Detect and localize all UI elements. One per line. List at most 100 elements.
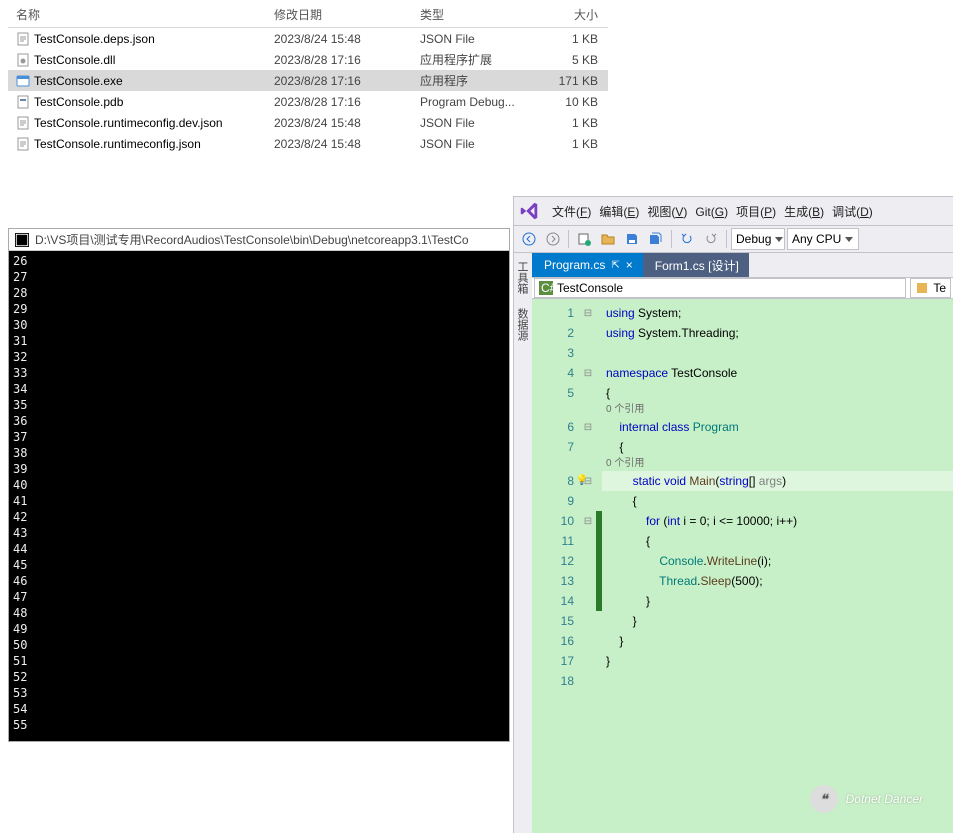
editor-tab[interactable]: Program.cs⇱× [532, 253, 643, 277]
redo-button[interactable] [700, 228, 722, 250]
line-number: 17 [542, 651, 574, 671]
code-line[interactable]: { [602, 437, 953, 457]
datasource-tab[interactable]: 数据源 [514, 304, 532, 345]
fold-handle[interactable]: ⊟ [580, 511, 596, 531]
fold-handle [580, 323, 596, 343]
watermark: ❝ Dotnet Dancer [810, 785, 923, 813]
col-header-type[interactable]: 类型 [416, 6, 526, 23]
line-number: 3 [542, 343, 574, 363]
file-size: 1 KB [526, 116, 606, 130]
console-window[interactable]: D:\VS项目\测试专用\RecordAudios\TestConsole\bi… [8, 228, 510, 742]
file-date: 2023/8/28 17:16 [270, 53, 416, 67]
vs-toolbar: Debug Any CPU [514, 225, 953, 253]
close-icon[interactable]: × [626, 258, 633, 272]
file-icon [16, 74, 30, 88]
code-line[interactable]: { [602, 531, 953, 551]
open-button[interactable] [597, 228, 619, 250]
file-type: Program Debug... [416, 95, 526, 109]
console-output[interactable]: 26 27 28 29 30 31 32 33 34 35 36 37 38 3… [9, 251, 509, 741]
code-line[interactable]: Console.WriteLine(i); [602, 551, 953, 571]
file-name: TestConsole.dll [34, 53, 115, 67]
codelens[interactable]: 0 个引用 [602, 457, 953, 471]
code-line[interactable] [602, 343, 953, 363]
code-line[interactable]: internal class Program [602, 417, 953, 437]
pin-icon[interactable]: ⇱ [611, 260, 619, 271]
code-line[interactable]: static void Main(string[] args) [602, 471, 953, 491]
code-line[interactable]: { [602, 491, 953, 511]
file-icon [16, 116, 30, 130]
save-all-button[interactable] [645, 228, 667, 250]
console-titlebar[interactable]: D:\VS项目\测试专用\RecordAudios\TestConsole\bi… [9, 229, 509, 251]
visual-studio-window[interactable]: 文件(F)编辑(E)视图(V)Git(G)项目(P)生成(B)调试(D) Deb… [513, 196, 953, 833]
platform-combo[interactable]: Any CPU [787, 228, 859, 250]
type-context-combo[interactable]: Te [910, 278, 951, 298]
fold-handle [580, 531, 596, 551]
code-line[interactable]: } [602, 631, 953, 651]
fold-handle [580, 343, 596, 363]
line-number: 1 [542, 303, 574, 323]
col-header-size[interactable]: 大小 [526, 6, 606, 23]
fold-handle[interactable]: ⊟ [580, 303, 596, 323]
line-number: 14 [542, 591, 574, 611]
col-header-name[interactable]: 名称 [12, 6, 270, 23]
line-number: 10 [542, 511, 574, 531]
codelens[interactable]: 0 个引用 [602, 403, 953, 417]
toolbox-tab[interactable]: 工具箱 [514, 257, 532, 298]
menu-item[interactable]: 文件(F) [548, 201, 595, 223]
file-name: TestConsole.pdb [34, 95, 123, 109]
file-date: 2023/8/24 15:48 [270, 116, 416, 130]
save-button[interactable] [621, 228, 643, 250]
menu-item[interactable]: 编辑(E) [595, 201, 643, 223]
line-number: 13 [542, 571, 574, 591]
project-context-combo[interactable]: C# TestConsole [534, 278, 906, 298]
menu-item[interactable]: 调试(D) [828, 201, 877, 223]
file-row[interactable]: TestConsole.runtimeconfig.dev.json2023/8… [8, 112, 608, 133]
file-date: 2023/8/28 17:16 [270, 95, 416, 109]
fold-handle[interactable]: ⊟ [580, 417, 596, 437]
nav-back-button[interactable] [518, 228, 540, 250]
line-number: 7 [542, 437, 574, 457]
fold-handle [580, 551, 596, 571]
file-row[interactable]: TestConsole.dll2023/8/28 17:16应用程序扩展5 KB [8, 49, 608, 70]
file-row[interactable]: TestConsole.runtimeconfig.json2023/8/24 … [8, 133, 608, 154]
fold-handle [580, 671, 596, 691]
code-line[interactable]: for (int i = 0; i <= 10000; i++) [602, 511, 953, 531]
code-line[interactable]: namespace TestConsole [602, 363, 953, 383]
code-line[interactable]: } [602, 611, 953, 631]
file-date: 2023/8/24 15:48 [270, 32, 416, 46]
code-line[interactable]: Thread.Sleep(500); [602, 571, 953, 591]
file-row[interactable]: TestConsole.exe2023/8/28 17:16应用程序171 KB [8, 70, 608, 91]
code-editor[interactable]: 123456789101112131415161718 ⊟⊟⊟⊟⊟ using … [532, 299, 953, 833]
file-name: TestConsole.deps.json [34, 32, 155, 46]
code-line[interactable]: using System; [602, 303, 953, 323]
undo-button[interactable] [676, 228, 698, 250]
new-project-button[interactable] [573, 228, 595, 250]
nav-fwd-button[interactable] [542, 228, 564, 250]
tab-label: Form1.cs [设计] [655, 257, 739, 274]
code-line[interactable]: { [602, 383, 953, 403]
menu-item[interactable]: Git(G) [691, 201, 732, 223]
menu-item[interactable]: 项目(P) [732, 201, 780, 223]
line-number: 16 [542, 631, 574, 651]
fold-handle[interactable]: ⊟ [580, 363, 596, 383]
fold-handle [580, 651, 596, 671]
code-line[interactable]: } [602, 651, 953, 671]
menu-item[interactable]: 视图(V) [643, 201, 691, 223]
code-line[interactable]: } [602, 591, 953, 611]
code-line[interactable] [602, 671, 953, 691]
line-number: 11 [542, 531, 574, 551]
col-header-date[interactable]: 修改日期 [270, 6, 416, 23]
file-explorer: 名称 修改日期 类型 大小 TestConsole.deps.json 2023/… [8, 0, 608, 154]
code-line[interactable]: using System.Threading; [602, 323, 953, 343]
file-date: 2023/8/28 17:16 [270, 74, 416, 88]
file-type: JSON File [416, 32, 526, 46]
line-number: 12 [542, 551, 574, 571]
line-number: 2 [542, 323, 574, 343]
menu-item[interactable]: 生成(B) [780, 201, 828, 223]
file-row[interactable]: TestConsole.deps.json 2023/8/24 15:48JSON… [8, 28, 608, 49]
file-row[interactable]: TestConsole.pdb 2023/8/28 17:16Program De… [8, 91, 608, 112]
configuration-combo[interactable]: Debug [731, 228, 785, 250]
editor-tab[interactable]: Form1.cs [设计] [643, 253, 749, 277]
file-size: 1 KB [526, 32, 606, 46]
line-number: 9 [542, 491, 574, 511]
